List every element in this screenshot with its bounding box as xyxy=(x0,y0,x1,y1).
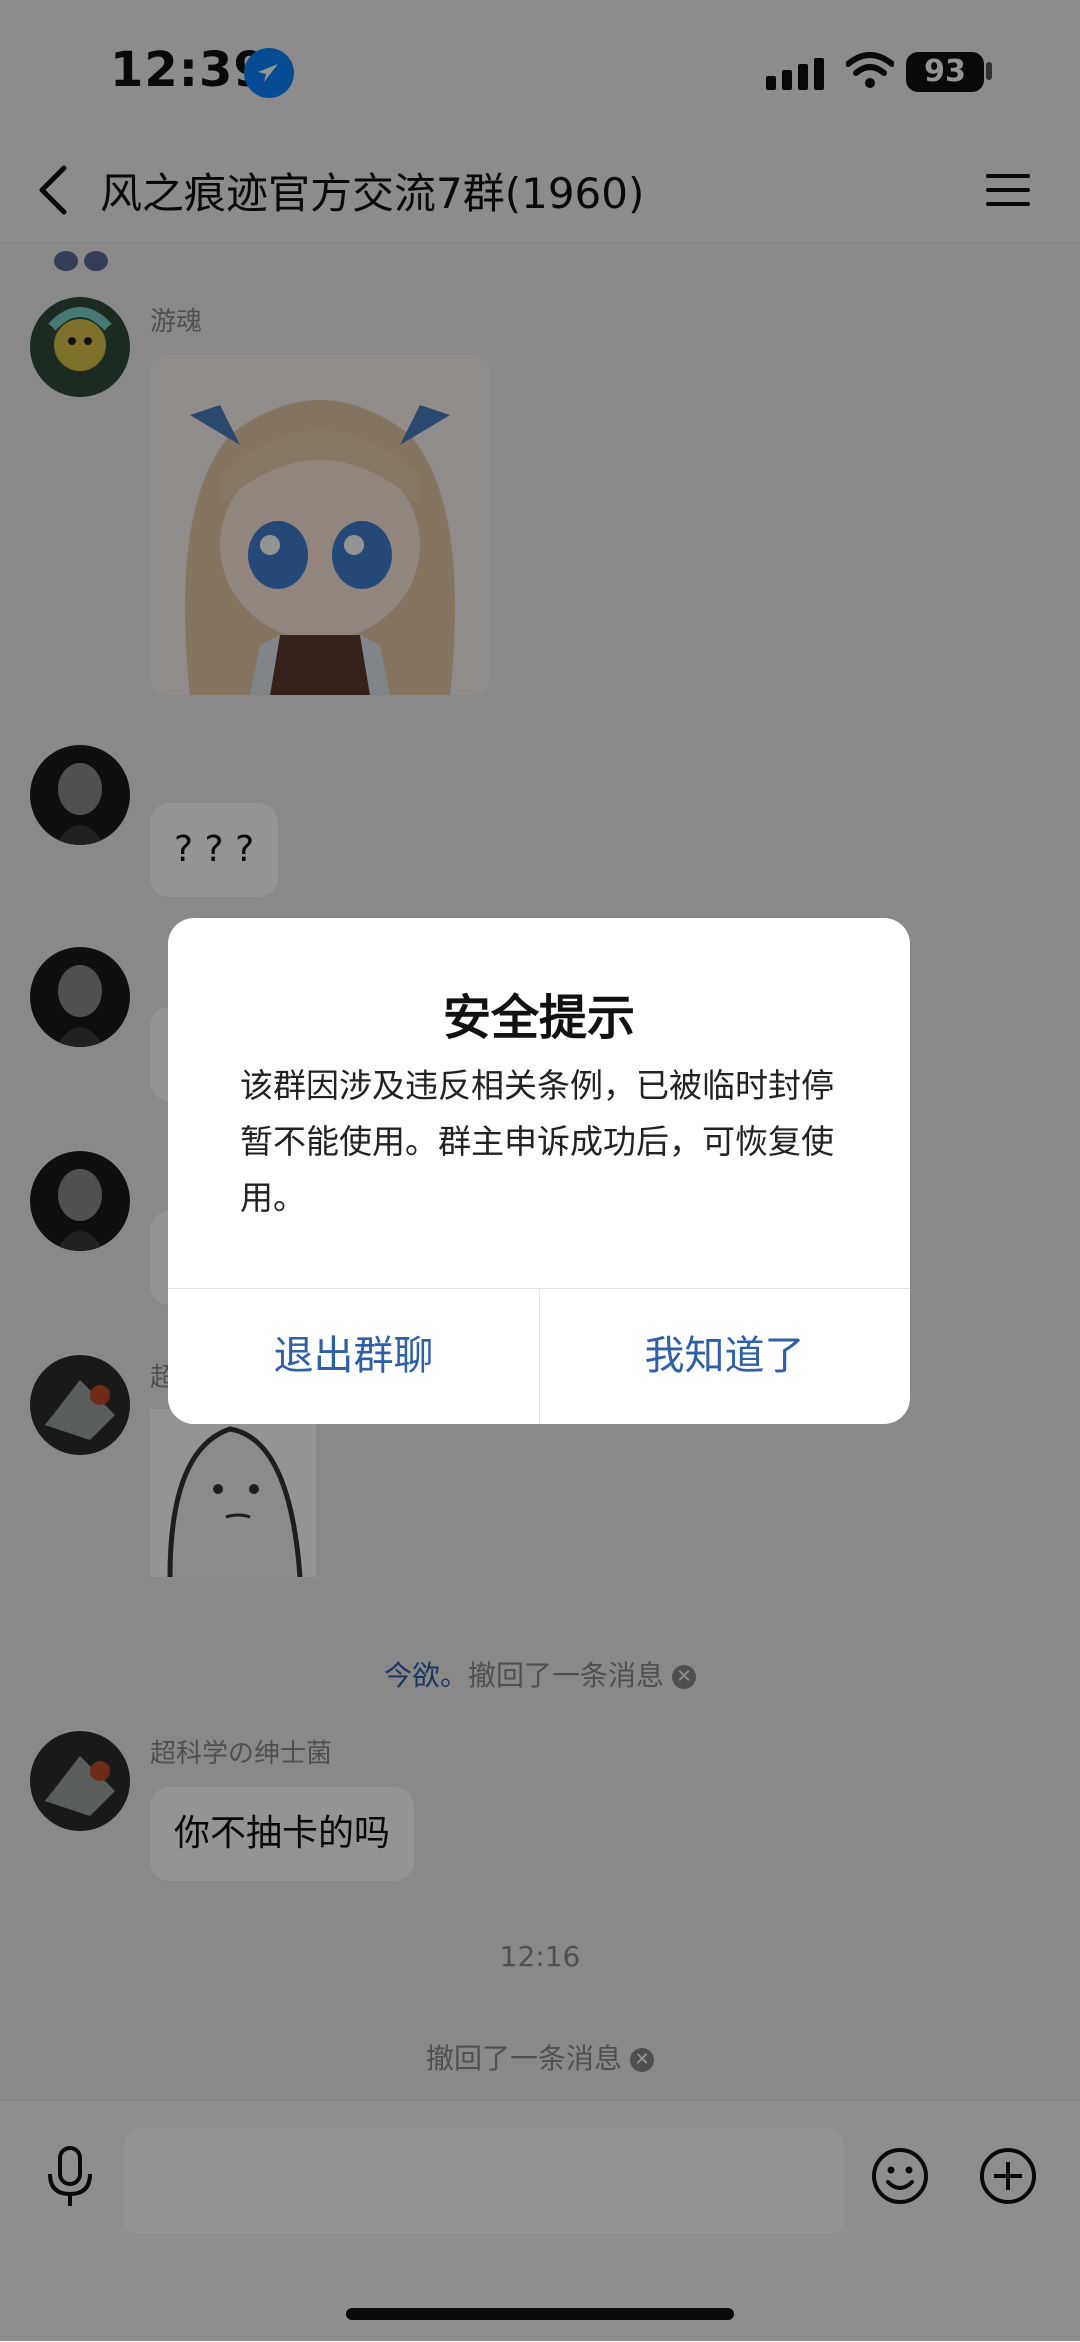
dialog-message: 该群因涉及违反相关条例，已被临时封停暂不能使用。群主申诉成功后，可恢复使用。 xyxy=(240,1066,834,1217)
dialog-title: 安全提示 xyxy=(442,990,635,1046)
exit-group-button[interactable]: 退出群聊 xyxy=(168,1289,539,1424)
acknowledge-button[interactable]: 我知道了 xyxy=(539,1289,910,1424)
security-alert-dialog: 安全提示 该群因涉及违反相关条例，已被临时封停暂不能使用。群主申诉成功后，可恢复… xyxy=(168,918,910,1424)
